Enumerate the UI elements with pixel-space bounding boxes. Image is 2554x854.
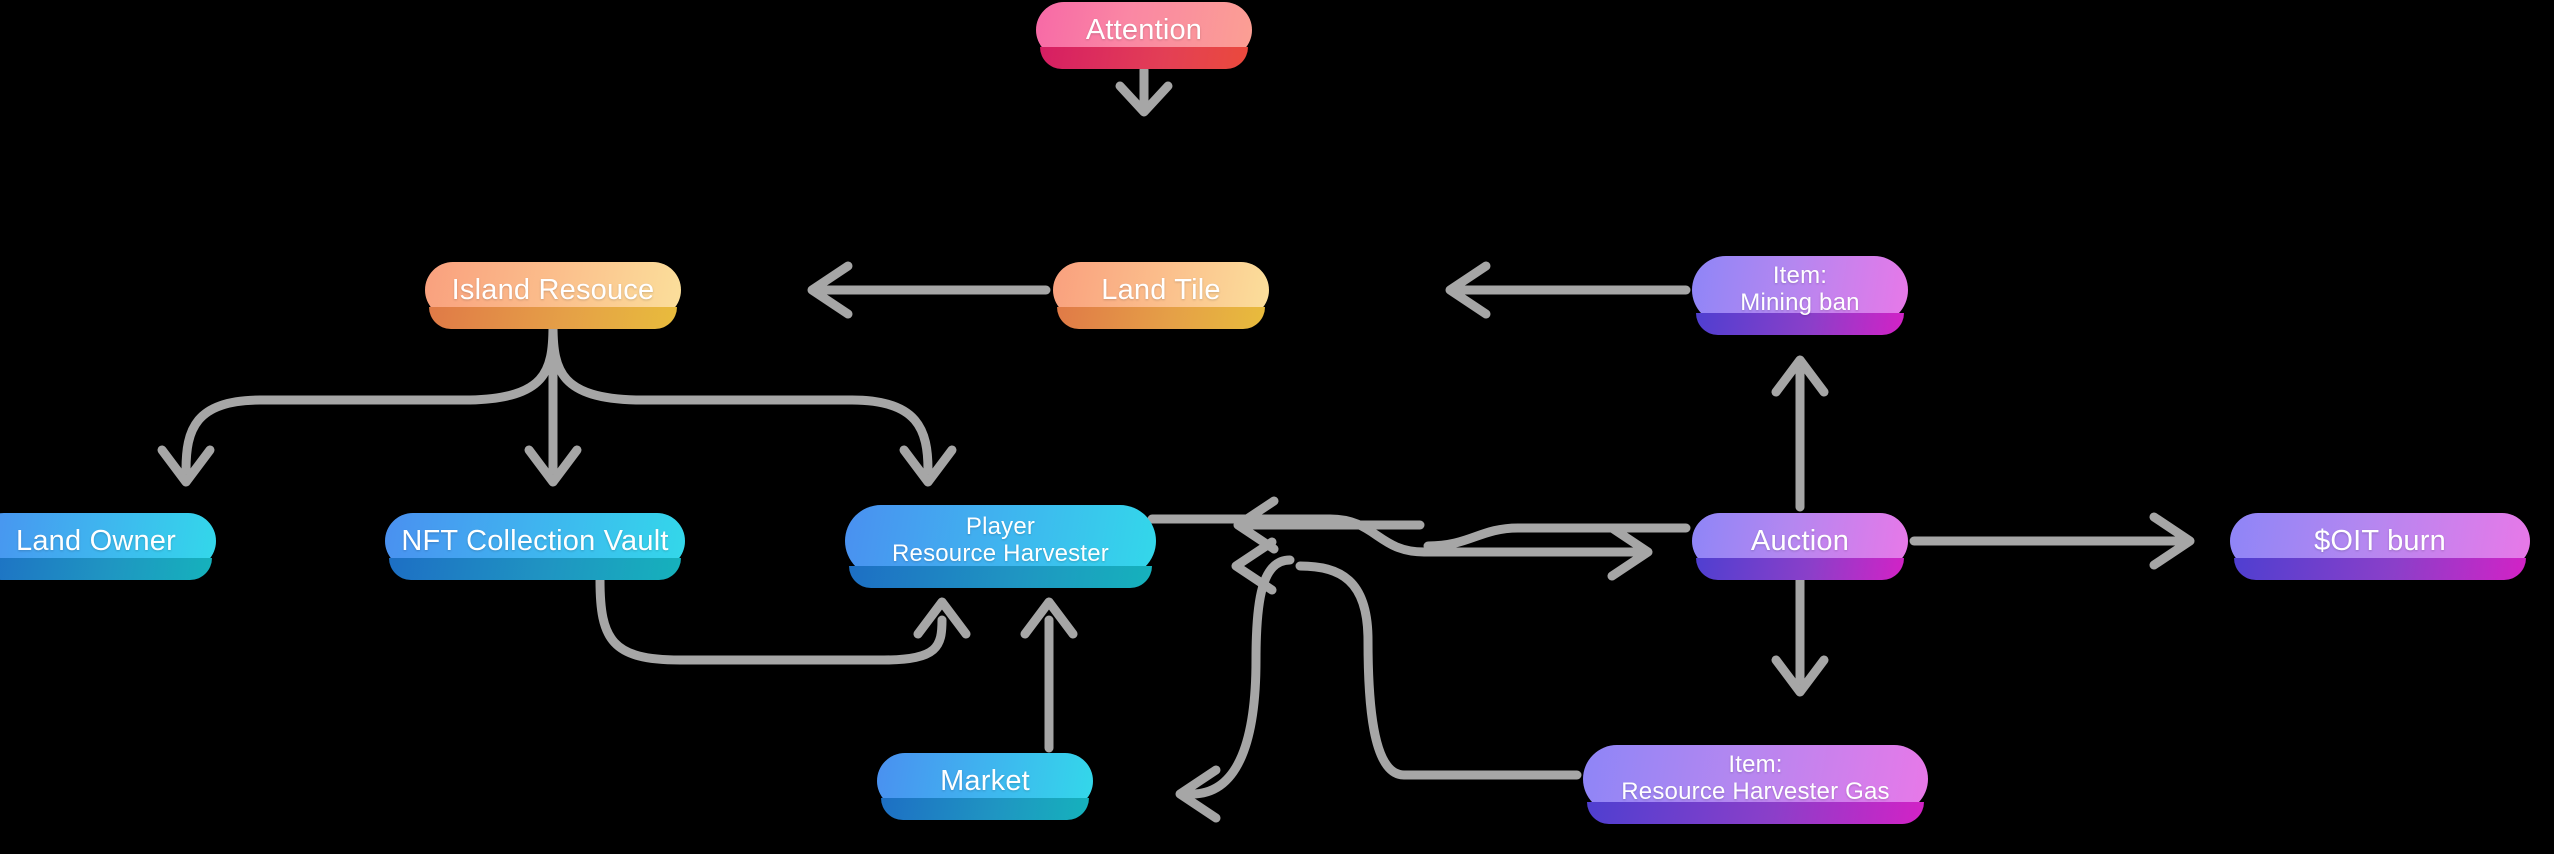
node-island[interactable]: Island Resouce (425, 262, 681, 329)
node-label-gas: Item: Resource Harvester Gas (1621, 751, 1890, 805)
edge-gas-to-market (1175, 555, 1295, 823)
edge-attention-to-landtile (1115, 65, 1173, 117)
edge-auction-to-gas (1771, 570, 1829, 697)
node-gas[interactable]: Item: Resource Harvester Gas (1583, 745, 1928, 824)
node-nftvault[interactable]: NFT Collection Vault (385, 513, 685, 580)
node-label-miningban: Item: Mining ban (1740, 262, 1860, 316)
node-label-attention: Attention (1085, 13, 1203, 46)
node-player[interactable]: Player Resource Harvester (845, 505, 1156, 588)
edge-landtile-to-island (807, 261, 1051, 319)
edge-auction-to-player (1233, 496, 1691, 554)
node-oitburn[interactable]: $OIT burn (2230, 513, 2530, 580)
node-landtile[interactable]: Land Tile (1053, 262, 1269, 329)
edge-island-to-landowner (157, 321, 558, 487)
node-landowner[interactable]: Land Owner (0, 513, 216, 580)
node-label-market: Market (940, 764, 1030, 797)
node-label-island: Island Resouce (451, 273, 655, 306)
edge-market-to-player (1020, 597, 1078, 753)
node-label-auction: Auction (1750, 524, 1850, 557)
node-market[interactable]: Market (877, 753, 1093, 820)
edge-auction-to-oitburn (1909, 512, 2195, 570)
edge-gas-to-player (1231, 537, 1582, 780)
edge-layer (157, 65, 2195, 823)
edge-nftvault-to-player (595, 575, 971, 665)
node-label-landowner: Land Owner (16, 524, 176, 557)
edge-island-to-player (548, 321, 957, 487)
node-label-oitburn: $OIT burn (2314, 524, 2446, 557)
node-label-landtile: Land Tile (1101, 273, 1221, 306)
node-auction[interactable]: Auction (1692, 513, 1908, 580)
node-attention[interactable]: Attention (1036, 2, 1252, 69)
edge-auction-to-miningban (1771, 355, 1829, 512)
node-miningban[interactable]: Item: Mining ban (1692, 256, 1908, 335)
node-label-player: Player Resource Harvester (891, 513, 1109, 567)
flowchart-canvas: Attention Island Resouce Land Tile Item: Mi… (0, 0, 2554, 854)
edge-miningban-to-landtile (1445, 261, 1691, 319)
node-label-nftvault: NFT Collection Vault (401, 524, 669, 557)
